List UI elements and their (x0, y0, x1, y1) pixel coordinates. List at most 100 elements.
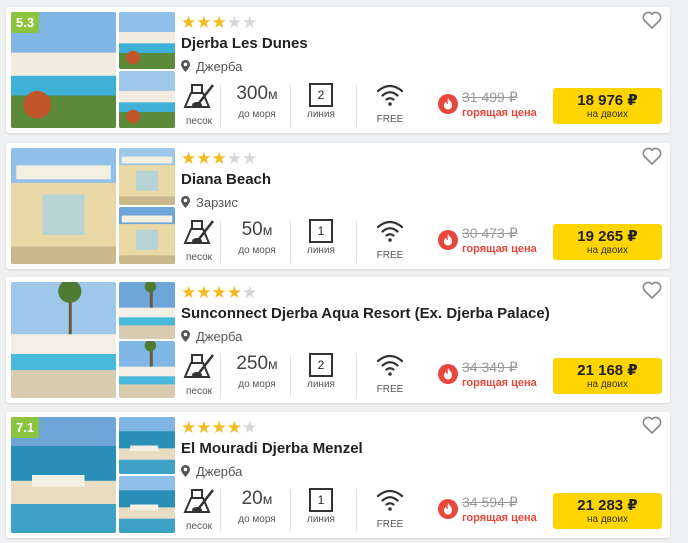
beach-type-label: песок (185, 252, 213, 263)
wifi-label: FREE (376, 384, 404, 395)
sand-beach-icon (183, 220, 214, 244)
rating-badge: 5.3 (11, 12, 40, 33)
hotel-photo-thumb[interactable] (119, 207, 175, 264)
sand-beach-icon (183, 489, 214, 513)
price-button[interactable]: 21 283 ₽ на двоих (553, 493, 662, 529)
fire-icon (438, 364, 458, 384)
price-note: на двоих (586, 109, 629, 120)
hot-price-block: 34 349 ₽ горящая цена (438, 359, 550, 389)
price-value: 18 976 ₽ (577, 92, 638, 109)
location-label: Джерба (196, 464, 243, 479)
hotel-photo-thumb[interactable] (119, 417, 175, 474)
wifi-icon (376, 354, 404, 376)
distance-value: 20 (241, 488, 263, 509)
beach-type-label: песок (185, 116, 213, 127)
divider (220, 221, 221, 263)
location-pin-icon (181, 465, 190, 477)
distance-unit: м (268, 356, 278, 372)
distance-label: до моря (238, 245, 276, 256)
favorite-heart-icon[interactable] (642, 281, 662, 299)
hotel-photo-thumb[interactable] (119, 341, 175, 398)
distance-unit: м (262, 491, 273, 507)
beach-line-label: линия (307, 109, 335, 120)
location-pin-icon (181, 196, 190, 208)
old-price: 34 594 ₽ (462, 494, 518, 510)
distance-label: до моря (238, 514, 276, 525)
divider (290, 221, 291, 263)
hot-price-label: горящая цена (462, 243, 537, 255)
hotel-photo-thumb[interactable] (119, 148, 175, 205)
price-button[interactable]: 21 168 ₽ на двоих (553, 358, 662, 394)
star-rating: ★★★★★ (181, 283, 257, 303)
wifi-label: FREE (376, 519, 404, 530)
distance-value: 300 (236, 83, 269, 104)
beach-line: 1 линия (302, 217, 340, 256)
beach-line: 2 линия (302, 351, 340, 390)
stars-filled: ★★★★ (181, 283, 242, 302)
divider (356, 221, 357, 263)
fire-icon (438, 230, 458, 250)
hot-price-label: горящая цена (462, 107, 537, 119)
wifi-info: FREE (370, 486, 410, 530)
location-pin-icon (181, 60, 190, 72)
price-note: на двоих (586, 245, 629, 256)
beach-type: песок (181, 81, 217, 127)
hot-price-block: 34 594 ₽ горящая цена (438, 494, 550, 524)
hotel-card[interactable]: ★★★★★ Sunconnect Djerba Aqua Resort (Ex.… (6, 277, 670, 403)
distance-label: до моря (238, 109, 276, 120)
wifi-icon (376, 220, 404, 242)
hotel-card[interactable]: 7.1 ★★★★★ El Mouradi Djerba Menzel Джерб… (6, 412, 670, 538)
divider (356, 355, 357, 397)
fire-icon (438, 499, 458, 519)
old-price: 30 473 ₽ (462, 225, 518, 241)
beach-line-value: 1 (309, 219, 333, 243)
distance-label: до моря (238, 379, 276, 390)
hotel-photo-thumb[interactable] (119, 282, 175, 339)
hotel-photo-main[interactable] (11, 282, 116, 398)
fire-icon (438, 94, 458, 114)
wifi-label: FREE (376, 250, 404, 261)
star-rating: ★★★★★ (181, 149, 257, 169)
divider (220, 355, 221, 397)
sand-beach-icon (183, 354, 214, 378)
divider (220, 490, 221, 532)
hot-price-label: горящая цена (462, 512, 537, 524)
location-pin-icon (181, 330, 190, 342)
hotel-name[interactable]: Djerba Les Dunes (181, 35, 308, 52)
hotel-name[interactable]: El Mouradi Djerba Menzel (181, 440, 363, 457)
stars-filled: ★★★★ (181, 418, 242, 437)
favorite-heart-icon[interactable] (642, 11, 662, 29)
stars-empty: ★★ (226, 149, 258, 168)
beach-type-label: песок (185, 521, 213, 532)
stars-empty: ★★ (226, 13, 258, 32)
divider (290, 355, 291, 397)
beach-line: 1 линия (302, 486, 340, 525)
distance-to-sea: 20м до моря (230, 486, 284, 525)
old-price: 31 499 ₽ (462, 89, 518, 105)
beach-line-value: 2 (309, 83, 333, 107)
favorite-heart-icon[interactable] (642, 147, 662, 165)
stars-empty: ★ (241, 418, 258, 437)
stars-filled: ★★★ (181, 149, 227, 168)
hotel-photo-thumb[interactable] (119, 12, 175, 69)
star-rating: ★★★★★ (181, 418, 257, 438)
distance-to-sea: 250м до моря (230, 351, 284, 390)
price-button[interactable]: 18 976 ₽ на двоих (553, 88, 662, 124)
hotel-card[interactable]: 5.3 ★★★★★ Djerba Les Dunes Джерба песок … (6, 7, 670, 133)
hotel-photo-thumb[interactable] (119, 71, 175, 128)
hotel-location: Джерба (181, 329, 242, 344)
hotel-name[interactable]: Diana Beach (181, 171, 271, 188)
distance-to-sea: 50м до моря (230, 217, 284, 256)
favorite-heart-icon[interactable] (642, 416, 662, 434)
beach-type: песок (181, 351, 217, 397)
hot-price-block: 30 473 ₽ горящая цена (438, 225, 550, 255)
hotel-card[interactable]: ★★★★★ Diana Beach Зарзис песок 50м до мо… (6, 143, 670, 269)
hotel-name[interactable]: Sunconnect Djerba Aqua Resort (Ex. Djerb… (181, 305, 550, 322)
wifi-info: FREE (370, 351, 410, 395)
beach-line-label: линия (307, 379, 335, 390)
wifi-info: FREE (370, 81, 410, 125)
price-button[interactable]: 19 265 ₽ на двоих (553, 224, 662, 260)
beach-type-label: песок (185, 386, 213, 397)
hotel-photo-thumb[interactable] (119, 476, 175, 533)
hotel-photo-main[interactable] (11, 148, 116, 264)
